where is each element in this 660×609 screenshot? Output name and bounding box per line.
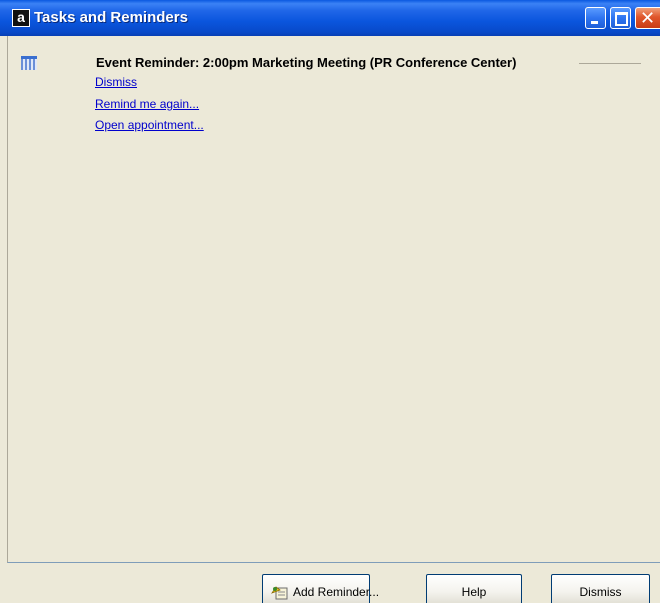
open-appointment-link[interactable]: Open appointment... — [95, 118, 204, 132]
app-logo-icon: a — [12, 9, 30, 27]
calendar-icon — [21, 56, 37, 70]
maximize-button[interactable] — [610, 7, 631, 29]
add-reminder-label: Add Reminder... — [293, 585, 380, 599]
reminders-list-panel — [7, 36, 660, 563]
dismiss-button[interactable]: Dismiss — [551, 574, 650, 603]
help-button[interactable]: Help — [426, 574, 522, 603]
close-icon: ✕ — [640, 8, 656, 28]
minimize-button[interactable] — [585, 7, 606, 29]
title-bar[interactable]: a Tasks and Reminders ✕ — [0, 0, 660, 36]
add-reminder-icon — [271, 586, 288, 600]
window-title: Tasks and Reminders — [34, 9, 188, 26]
close-button[interactable]: ✕ — [635, 7, 660, 29]
reminder-divider — [579, 63, 641, 64]
dismiss-link[interactable]: Dismiss — [95, 75, 137, 89]
tasks-reminders-window: a Tasks and Reminders ✕ Event Reminder: … — [0, 0, 660, 603]
add-reminder-button[interactable]: Add Reminder... — [262, 574, 379, 603]
remind-again-link[interactable]: Remind me again... — [95, 97, 199, 111]
reminder-title: Event Reminder: 2:00pm Marketing Meeting… — [96, 55, 517, 70]
